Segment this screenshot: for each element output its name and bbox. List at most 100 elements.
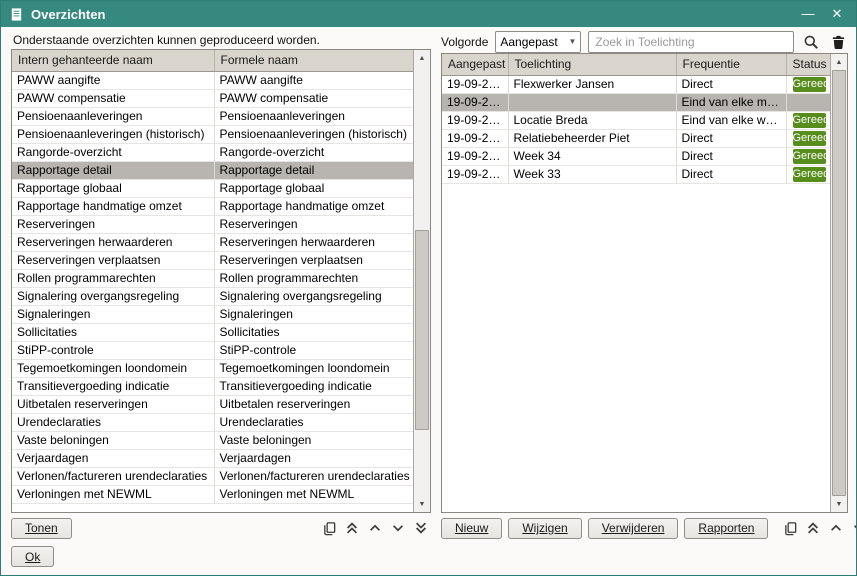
overzicht-row[interactable]: Verlonen/factureren urendeclaratiesVerlo… [12,467,415,485]
overzicht-cell: PAWW compensatie [12,89,214,107]
scroll-up-icon[interactable]: ▲ [414,50,430,66]
volgorde-select[interactable]: Aangepast ▼ [495,31,581,53]
chevron-down-icon: ▼ [568,37,576,46]
overzicht-row[interactable]: Rapportage handmatige omzetRapportage ha… [12,197,415,215]
overzicht-row[interactable]: Pensioenaanleveringen (historisch)Pensio… [12,125,415,143]
overzicht-row[interactable]: PAWW compensatiePAWW compensatie [12,89,415,107]
overzicht-row[interactable]: Reserveringen herwaarderenReserveringen … [12,233,415,251]
scrollbar-thumb[interactable] [832,70,846,496]
overzicht-row[interactable]: Verloningen met NEWMLVerloningen met NEW… [12,485,415,503]
rapport-row[interactable]: 19-09-2023Week 34DirectGereed [442,147,832,165]
ok-label: Ok [25,550,40,564]
rapport-cell-toelichting: Week 33 [508,165,676,183]
overzicht-cell: Rangorde-overzicht [12,143,214,161]
rapport-cell-status [786,93,832,111]
overzicht-row[interactable]: Transitievergoeding indicatieTransitieve… [12,377,415,395]
double-chevron-down-icon [414,521,428,535]
rapport-cell-aangepast: 19-09-2023 [442,111,508,129]
minimize-button[interactable]: — [797,4,819,24]
overzicht-cell: Rapportage globaal [12,179,214,197]
nieuw-label: Nieuw [455,521,488,535]
overzicht-cell: Transitievergoeding indicatie [214,377,415,395]
overzicht-row[interactable]: PensioenaanleveringenPensioenaanlevering… [12,107,415,125]
overzicht-cell: Rapportage handmatige omzet [214,197,415,215]
move-bottom-button[interactable] [411,518,431,538]
scroll-down-icon[interactable]: ▼ [414,496,430,512]
volgorde-label: Volgorde [441,35,488,49]
overzicht-row[interactable]: ReserveringenReserveringen [12,215,415,233]
tonen-label: Tonen [25,521,58,535]
column-header-toelichting[interactable]: Toelichting [508,54,676,75]
column-header-formele-naam[interactable]: Formele naam [214,50,415,71]
double-chevron-up-icon [345,521,359,535]
overzicht-row[interactable]: SignaleringenSignaleringen [12,305,415,323]
overzicht-row[interactable]: Rapportage detailRapportage detail [12,161,415,179]
overzicht-row[interactable]: Rapportage globaalRapportage globaal [12,179,415,197]
search-input[interactable] [588,31,794,53]
rapporten-label: Rapporten [698,521,754,535]
move-top-button[interactable] [342,518,362,538]
delete-search-button[interactable] [828,32,848,52]
rapport-row[interactable]: 19-09-2023Flexwerker JansenDirectGereed [442,75,832,93]
tonen-button[interactable]: Tonen [11,518,72,539]
rapport-row[interactable]: 19-09-2023Week 33DirectGereed [442,165,832,183]
move-top-button[interactable] [803,518,823,538]
rapport-cell-aangepast: 19-09-2023 [442,129,508,147]
close-icon: ✕ [832,6,843,21]
column-header-aangepast[interactable]: Aangepast [442,54,508,75]
nieuw-button[interactable]: Nieuw [441,518,502,539]
overzicht-row[interactable]: Signalering overgangsregelingSignalering… [12,287,415,305]
copy-button[interactable] [319,518,339,538]
overzicht-row[interactable]: Vaste beloningenVaste beloningen [12,431,415,449]
left-scrollbar[interactable]: ▲ ▼ [413,50,430,512]
rapport-row[interactable]: 19-09-2023Relatiebeheerder PietDirectGer… [442,129,832,147]
copy-icon [783,521,798,536]
overzicht-row[interactable]: Reserveringen verplaatsenReserveringen v… [12,251,415,269]
overzicht-row[interactable]: Uitbetalen reserveringenUitbetalen reser… [12,395,415,413]
overzicht-cell: Uitbetalen reserveringen [12,395,214,413]
search-button[interactable] [801,32,821,52]
column-header-status[interactable]: Status [786,54,832,75]
move-up-button[interactable] [826,518,846,538]
scrollbar-thumb[interactable] [415,230,429,430]
overzichten-table-body: PAWW aangiftePAWW aangiftePAWW compensat… [12,71,415,503]
left-icon-group [319,518,431,538]
ok-button[interactable]: Ok [11,546,54,567]
column-header-frequentie[interactable]: Frequentie [676,54,786,75]
overzicht-cell: Sollicitaties [12,323,214,341]
close-button[interactable]: ✕ [826,4,848,24]
overzicht-cell: StiPP-controle [214,341,415,359]
search-icon [803,34,819,50]
overzicht-cell: Sollicitaties [214,323,415,341]
overzicht-cell: Rapportage handmatige omzet [12,197,214,215]
move-up-button[interactable] [365,518,385,538]
scroll-up-icon[interactable]: ▲ [831,54,847,70]
overzicht-cell: Rollen programmarechten [12,269,214,287]
overzicht-cell: Signalering overgangsregeling [214,287,415,305]
overzicht-row[interactable]: VerjaardagenVerjaardagen [12,449,415,467]
overzicht-row[interactable]: Rangorde-overzichtRangorde-overzicht [12,143,415,161]
rapporten-table-body: 19-09-2023Flexwerker JansenDirectGereed1… [442,75,832,183]
overzicht-cell: Verloningen met NEWML [12,485,214,503]
right-scrollbar[interactable]: ▲ ▼ [830,54,847,512]
move-down-button[interactable] [388,518,408,538]
right-actions: Nieuw Wijzigen Verwijderen Rapporten [441,517,848,539]
rapport-row[interactable]: 19-09-2023Locatie BredaEind van elke wee… [442,111,832,129]
overzicht-row[interactable]: Tegemoetkomingen loondomeinTegemoetkomin… [12,359,415,377]
overzicht-row[interactable]: UrendeclaratiesUrendeclaraties [12,413,415,431]
wijzigen-button[interactable]: Wijzigen [508,518,581,539]
overzicht-row[interactable]: SollicitatiesSollicitaties [12,323,415,341]
overzicht-row[interactable]: StiPP-controleStiPP-controle [12,341,415,359]
move-down-button[interactable] [849,518,857,538]
wijzigen-label: Wijzigen [522,521,567,535]
overzicht-row[interactable]: PAWW aangiftePAWW aangifte [12,71,415,89]
column-header-intern-naam[interactable]: Intern gehanteerde naam [12,50,214,71]
copy-button[interactable] [780,518,800,538]
scroll-down-icon[interactable]: ▼ [831,496,847,512]
rapport-cell-frequentie: Direct [676,165,786,183]
right-icon-group [780,518,857,538]
rapport-row[interactable]: 19-09-2023Eind van elke maand [442,93,832,111]
overzicht-row[interactable]: Rollen programmarechtenRollen programmar… [12,269,415,287]
rapporten-button[interactable]: Rapporten [684,518,768,539]
verwijderen-button[interactable]: Verwijderen [588,518,679,539]
